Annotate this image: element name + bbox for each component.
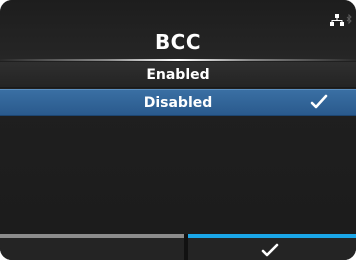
network-icon (330, 14, 344, 26)
back-button[interactable] (0, 234, 184, 260)
check-icon (310, 94, 328, 114)
option-enabled[interactable]: Enabled (0, 62, 356, 88)
option-disabled[interactable]: Disabled (0, 89, 356, 116)
printer-screen: BCC Enabled Disabled (0, 0, 356, 260)
confirm-button[interactable] (188, 234, 356, 260)
option-list: Enabled Disabled (0, 62, 356, 116)
option-label: Disabled (143, 94, 213, 111)
page-title: BCC (154, 30, 202, 54)
option-label: Enabled (146, 66, 210, 83)
check-icon (260, 242, 280, 260)
lcd-panel: BCC Enabled Disabled (0, 0, 356, 260)
status-icons (330, 14, 352, 26)
bluetooth-icon (346, 14, 352, 26)
footer-bar (0, 234, 356, 260)
header: BCC (0, 0, 356, 60)
